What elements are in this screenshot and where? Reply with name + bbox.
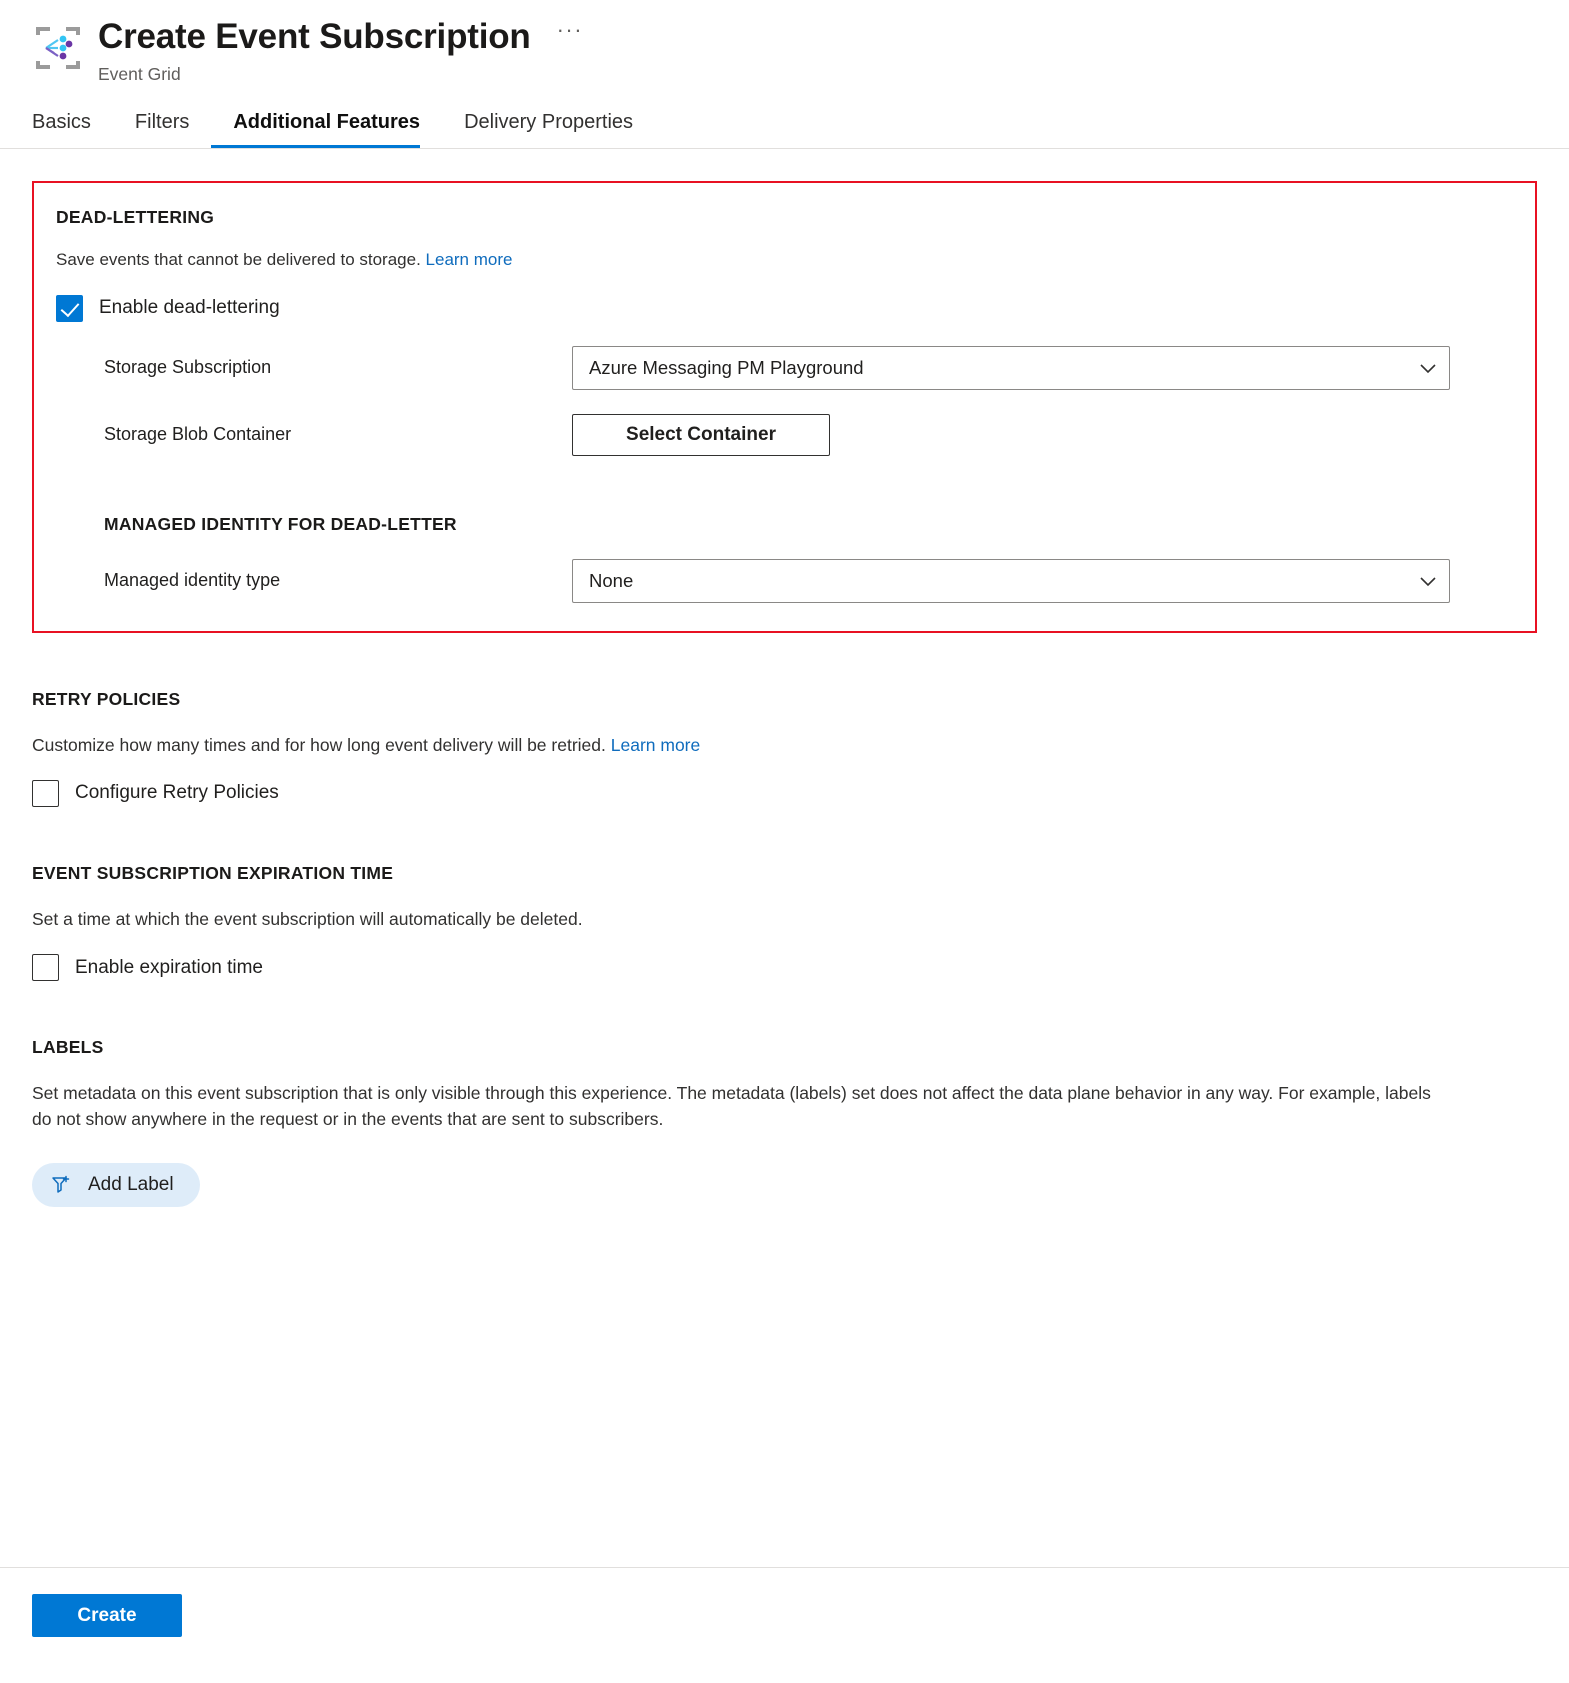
- tab-additional-features[interactable]: Additional Features: [211, 111, 442, 148]
- managed-identity-type-value: None: [589, 569, 634, 591]
- page-header: Create Event Subscription ··· Event Grid: [0, 0, 1569, 85]
- configure-retry-policies-label[interactable]: Configure Retry Policies: [75, 782, 279, 804]
- enable-expiration-time-row[interactable]: Enable expiration time: [32, 954, 1537, 982]
- managed-identity-heading: MANAGED IDENTITY FOR DEAD-LETTER: [104, 513, 457, 534]
- chevron-down-icon: [1417, 570, 1439, 592]
- header-text-block: Create Event Subscription ··· Event Grid: [98, 16, 583, 85]
- expiration-time-heading: EVENT SUBSCRIPTION EXPIRATION TIME: [32, 862, 394, 883]
- expiration-time-description: Set a time at which the event subscripti…: [32, 908, 583, 929]
- managed-identity-type-control: None: [572, 558, 1513, 603]
- expiration-time-section: EVENT SUBSCRIPTION EXPIRATION TIME Set a…: [32, 862, 1537, 982]
- managed-identity-type-dropdown[interactable]: None: [572, 558, 1450, 603]
- add-filter-icon: [50, 1173, 74, 1197]
- enable-dead-lettering-label[interactable]: Enable dead-lettering: [99, 297, 280, 319]
- dead-lettering-heading: DEAD-LETTERING: [56, 207, 215, 227]
- enable-expiration-time-label[interactable]: Enable expiration time: [75, 957, 263, 979]
- storage-subscription-dropdown[interactable]: Azure Messaging PM Playground: [572, 345, 1450, 390]
- retry-policies-description: Customize how many times and for how lon…: [32, 732, 1452, 758]
- dead-lettering-learn-more-link[interactable]: Learn more: [426, 250, 513, 269]
- enable-dead-lettering-row[interactable]: Enable dead-lettering: [56, 294, 1513, 322]
- more-options-icon[interactable]: ···: [557, 19, 583, 55]
- tab-basics[interactable]: Basics: [32, 111, 113, 148]
- tab-filters[interactable]: Filters: [113, 111, 211, 148]
- dead-lettering-description-text: Save events that cannot be delivered to …: [56, 250, 421, 269]
- retry-policies-learn-more-link[interactable]: Learn more: [611, 735, 701, 755]
- page-subtitle: Event Grid: [98, 64, 181, 84]
- managed-identity-type-label: Managed identity type: [104, 570, 281, 591]
- retry-policies-section: RETRY POLICIES Customize how many times …: [32, 689, 1537, 807]
- storage-subscription-label: Storage Subscription: [104, 357, 272, 378]
- storage-blob-container-label: Storage Blob Container: [104, 424, 292, 445]
- add-label-button-text: Add Label: [88, 1173, 174, 1195]
- chevron-down-icon: [1417, 357, 1439, 379]
- enable-dead-lettering-checkbox[interactable]: [56, 294, 83, 322]
- page-title: Create Event Subscription: [98, 17, 531, 56]
- storage-blob-container-row: Storage Blob Container Select Container: [56, 413, 1513, 456]
- select-container-button[interactable]: Select Container: [572, 413, 830, 456]
- managed-identity-type-row: Managed identity type None: [56, 558, 1513, 603]
- storage-subscription-value: Azure Messaging PM Playground: [589, 356, 864, 378]
- dead-lettering-description: Save events that cannot be delivered to …: [56, 248, 1513, 273]
- retry-policies-description-text: Customize how many times and for how lon…: [32, 734, 606, 755]
- storage-subscription-row: Storage Subscription Azure Messaging PM …: [56, 345, 1513, 390]
- tab-bar: Basics Filters Additional Features Deliv…: [0, 111, 1569, 149]
- event-grid-icon: [32, 22, 84, 74]
- storage-blob-container-control: Select Container: [572, 413, 1513, 456]
- labels-description: Set metadata on this event subscription …: [32, 1083, 1431, 1130]
- configure-retry-policies-checkbox[interactable]: [32, 779, 59, 807]
- tab-delivery-properties[interactable]: Delivery Properties: [442, 111, 655, 148]
- enable-expiration-time-checkbox[interactable]: [32, 954, 59, 982]
- storage-subscription-control: Azure Messaging PM Playground: [572, 345, 1513, 390]
- title-row: Create Event Subscription ···: [98, 16, 583, 58]
- create-button[interactable]: Create: [32, 1594, 182, 1637]
- configure-retry-policies-row[interactable]: Configure Retry Policies: [32, 779, 1537, 807]
- retry-policies-heading: RETRY POLICIES: [32, 688, 181, 709]
- labels-section: LABELS Set metadata on this event subscr…: [32, 1037, 1537, 1207]
- dead-lettering-section: DEAD-LETTERING Save events that cannot b…: [32, 181, 1537, 633]
- footer-bar: Create: [0, 1567, 1569, 1683]
- main-content: DEAD-LETTERING Save events that cannot b…: [0, 181, 1569, 1207]
- labels-heading: LABELS: [32, 1037, 104, 1058]
- add-label-button[interactable]: Add Label: [32, 1162, 200, 1207]
